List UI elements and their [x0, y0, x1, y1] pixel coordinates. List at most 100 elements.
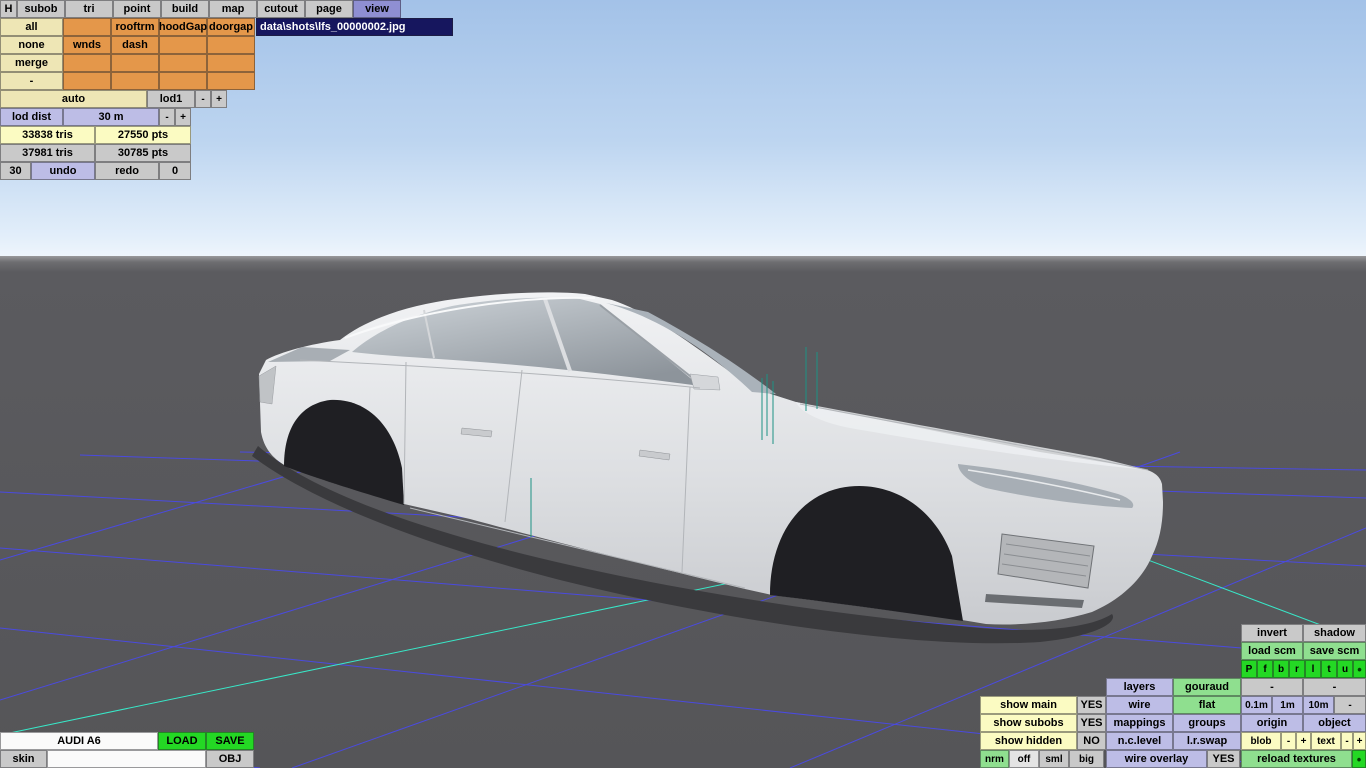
undo-button[interactable]: undo: [31, 162, 95, 180]
reload-textures-button[interactable]: reload textures: [1241, 750, 1352, 768]
invert-button[interactable]: invert: [1241, 624, 1303, 642]
text-minus-button[interactable]: -: [1341, 732, 1353, 750]
view-indicator-dot-icon: •: [1353, 660, 1366, 678]
background-image-path: data\shots\lfs_00000002.jpg: [256, 18, 453, 36]
blob-plus-button[interactable]: +: [1296, 732, 1311, 750]
subob-mode-merge[interactable]: merge: [0, 54, 63, 72]
nc-level-button[interactable]: n.c.level: [1106, 732, 1173, 750]
subob-cell[interactable]: [111, 72, 159, 90]
subob-mode-dash[interactable]: -: [0, 72, 63, 90]
subob-cell[interactable]: [207, 36, 255, 54]
groups-button[interactable]: groups: [1173, 714, 1241, 732]
menu-tab-view-active[interactable]: view: [353, 0, 401, 18]
show-subobs-button[interactable]: show subobs: [980, 714, 1077, 732]
skin-name-field[interactable]: [47, 750, 206, 768]
subob-cell-dash[interactable]: dash: [111, 36, 159, 54]
blob-label[interactable]: blob: [1241, 732, 1281, 750]
view-top-button[interactable]: t: [1321, 660, 1337, 678]
object-button[interactable]: object: [1303, 714, 1366, 732]
show-main-value[interactable]: YES: [1077, 696, 1106, 714]
subob-cell[interactable]: [111, 54, 159, 72]
lod-dist-value[interactable]: 30 m: [63, 108, 159, 126]
subob-cell[interactable]: [63, 18, 111, 36]
car-name-field[interactable]: AUDI A6: [0, 732, 158, 750]
menu-tab-build[interactable]: build: [161, 0, 209, 18]
text-plus-button[interactable]: +: [1353, 732, 1366, 750]
blob-minus-button[interactable]: -: [1281, 732, 1296, 750]
save-scm-button[interactable]: save scm: [1303, 642, 1366, 660]
grid-scale-01m-button[interactable]: 0.1m: [1241, 696, 1272, 714]
lr-swap-button[interactable]: l.r.swap: [1173, 732, 1241, 750]
view-under-button[interactable]: u: [1337, 660, 1353, 678]
lod-dist-minus-button[interactable]: -: [159, 108, 175, 126]
save-button[interactable]: SAVE: [206, 732, 254, 750]
show-hidden-button[interactable]: show hidden: [980, 732, 1077, 750]
lod-current-button[interactable]: lod1: [147, 90, 195, 108]
nrm-sml-button[interactable]: sml: [1039, 750, 1069, 768]
subob-mode-none[interactable]: none: [0, 36, 63, 54]
grid-scale-off-button[interactable]: -: [1334, 696, 1366, 714]
wire-overlay-button[interactable]: wire overlay: [1106, 750, 1207, 768]
subob-cell-wnds[interactable]: wnds: [63, 36, 111, 54]
car-model: [252, 292, 1163, 644]
nrm-big-button[interactable]: big: [1069, 750, 1104, 768]
subob-cell-hoodgap[interactable]: hoodGap: [159, 18, 207, 36]
subob-cell[interactable]: [159, 72, 207, 90]
menu-tab-subob[interactable]: subob: [17, 0, 65, 18]
subob-cell[interactable]: [159, 54, 207, 72]
nrm-button[interactable]: nrm: [980, 750, 1009, 768]
lod-dist-label: lod dist: [0, 108, 63, 126]
menu-tab-page[interactable]: page: [305, 0, 353, 18]
menu-tab-h[interactable]: H: [0, 0, 17, 18]
flat-button[interactable]: flat: [1173, 696, 1241, 714]
text-label[interactable]: text: [1311, 732, 1341, 750]
subob-cell-rooftrm[interactable]: rooftrm: [111, 18, 159, 36]
stat-tris-current: 33838 tris: [0, 126, 95, 144]
redo-count: 0: [159, 162, 191, 180]
lod-auto-button[interactable]: auto: [0, 90, 147, 108]
dash-button[interactable]: -: [1303, 678, 1366, 696]
menu-tab-cutout[interactable]: cutout: [257, 0, 305, 18]
view-front-button[interactable]: f: [1257, 660, 1273, 678]
subob-cell[interactable]: [159, 36, 207, 54]
subob-cell-doorgap[interactable]: doorgap: [207, 18, 255, 36]
skin-label[interactable]: skin: [0, 750, 47, 768]
grid-scale-10m-button[interactable]: 10m: [1303, 696, 1334, 714]
subob-cell[interactable]: [207, 72, 255, 90]
gouraud-button[interactable]: gouraud: [1173, 678, 1241, 696]
lod-dist-plus-button[interactable]: +: [175, 108, 191, 126]
load-button[interactable]: LOAD: [158, 732, 206, 750]
origin-button[interactable]: origin: [1241, 714, 1303, 732]
show-main-button[interactable]: show main: [980, 696, 1077, 714]
subob-cell[interactable]: [63, 54, 111, 72]
menu-tab-point[interactable]: point: [113, 0, 161, 18]
dash-button[interactable]: -: [1241, 678, 1303, 696]
menu-tab-map[interactable]: map: [209, 0, 257, 18]
view-left-button[interactable]: l: [1305, 660, 1321, 678]
load-scm-button[interactable]: load scm: [1241, 642, 1303, 660]
view-right-button[interactable]: r: [1289, 660, 1305, 678]
layers-button[interactable]: layers: [1106, 678, 1173, 696]
redo-button[interactable]: redo: [95, 162, 159, 180]
stat-pts-current: 27550 pts: [95, 126, 191, 144]
mappings-button[interactable]: mappings: [1106, 714, 1173, 732]
viewport-3d[interactable]: [0, 0, 1366, 768]
view-perspective-button[interactable]: P: [1241, 660, 1257, 678]
grid-scale-1m-button[interactable]: 1m: [1272, 696, 1303, 714]
show-hidden-value[interactable]: NO: [1077, 732, 1106, 750]
view-back-button[interactable]: b: [1273, 660, 1289, 678]
show-subobs-value[interactable]: YES: [1077, 714, 1106, 732]
shadow-button[interactable]: shadow: [1303, 624, 1366, 642]
undo-count: 30: [0, 162, 31, 180]
wire-button[interactable]: wire: [1106, 696, 1173, 714]
menu-tab-tri[interactable]: tri: [65, 0, 113, 18]
wire-overlay-value[interactable]: YES: [1207, 750, 1240, 768]
nrm-off-button[interactable]: off: [1009, 750, 1039, 768]
subob-cell[interactable]: [63, 72, 111, 90]
subob-mode-all[interactable]: all: [0, 18, 63, 36]
lod-minus-button[interactable]: -: [195, 90, 211, 108]
lod-plus-button[interactable]: +: [211, 90, 227, 108]
scene-render: [0, 292, 1366, 768]
subob-cell[interactable]: [207, 54, 255, 72]
obj-button[interactable]: OBJ: [206, 750, 254, 768]
